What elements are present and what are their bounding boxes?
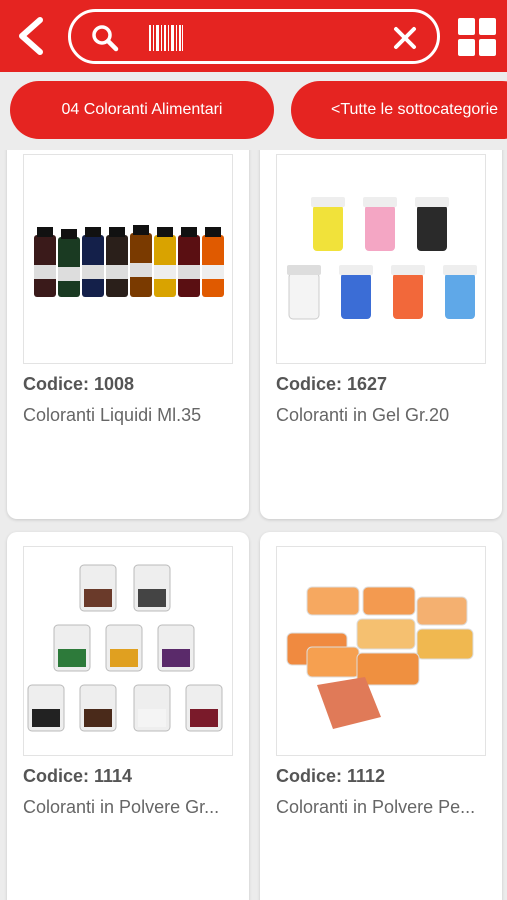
product-name: Coloranti in Polvere Gr...	[23, 797, 220, 817]
chip-all-subcategories[interactable]: <Tutte le sottocategorie	[291, 81, 507, 139]
product-name: Coloranti Liquidi Ml.35	[23, 405, 202, 425]
grid-icon	[458, 18, 496, 56]
product-code: Codice: 1627	[276, 374, 388, 394]
product-card[interactable]: Codice: 1008 Coloranti Liquidi Ml.35	[7, 150, 249, 519]
chip-category[interactable]: 04 Coloranti Alimentari	[10, 81, 274, 139]
search-icon	[92, 25, 119, 52]
product-image	[23, 546, 233, 756]
product-card[interactable]: Codice: 1627 Coloranti in Gel Gr.20	[260, 150, 502, 519]
top-bar	[0, 0, 507, 72]
category-chips: 04 Coloranti Alimentari <Tutte le sottoc…	[0, 72, 507, 150]
back-button[interactable]	[14, 16, 50, 56]
product-card[interactable]: Codice: 1112 Coloranti in Polvere Pe...	[260, 532, 502, 900]
product-image	[276, 546, 486, 756]
close-icon[interactable]	[393, 26, 417, 50]
product-code: Codice: 1114	[23, 766, 133, 786]
product-name: Coloranti in Polvere Pe...	[276, 797, 476, 817]
product-code: Codice: 1008	[23, 374, 135, 394]
product-name: Coloranti in Gel Gr.20	[276, 405, 450, 425]
grid-view-button[interactable]	[458, 18, 496, 56]
barcode-scan-icon[interactable]	[149, 25, 183, 51]
product-code: Codice: 1112	[276, 766, 386, 786]
product-image	[276, 154, 486, 364]
product-card[interactable]: Codice: 1114 Coloranti in Polvere Gr...	[7, 532, 249, 900]
product-image	[23, 154, 233, 364]
chevron-left-icon	[19, 17, 43, 55]
product-grid: Codice: 1008 Coloranti Liquidi Ml.35 Cod…	[0, 150, 507, 900]
search-input[interactable]	[68, 9, 440, 64]
